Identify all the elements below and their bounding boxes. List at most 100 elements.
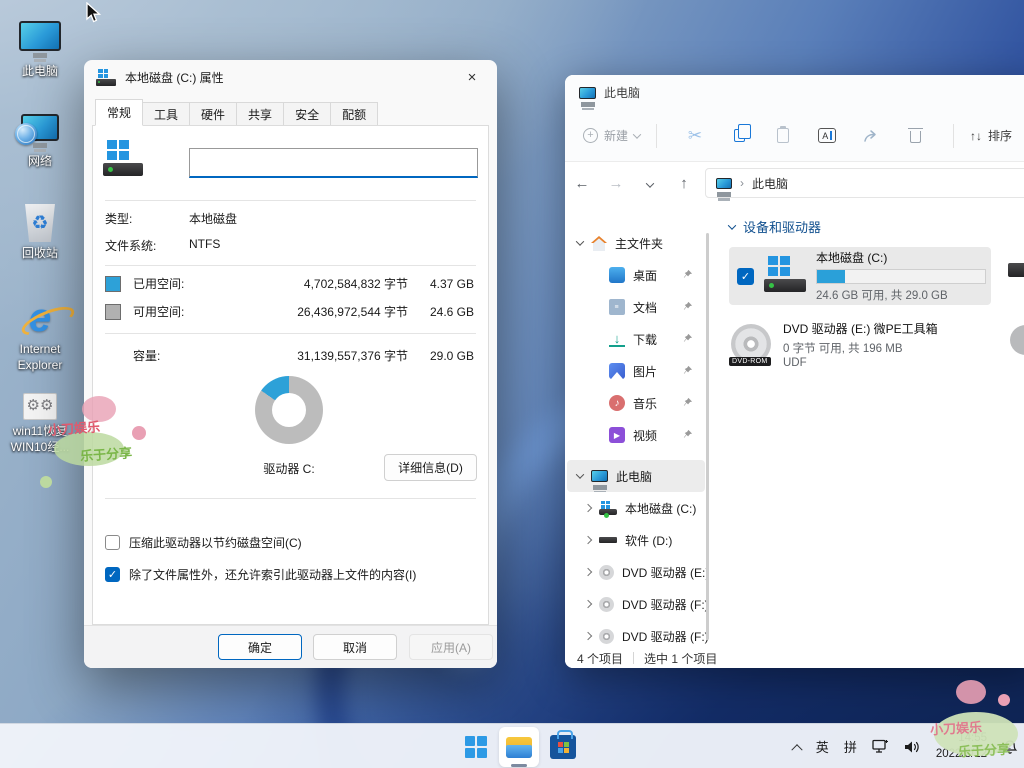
sidebar-item-downloads[interactable]: ↓ 下载 — [565, 323, 711, 355]
rename-button[interactable]: A — [805, 118, 849, 154]
sidebar-item-dvd-e[interactable]: DVD 驱动器 (E:) — [565, 556, 711, 588]
ime-mode-indicator[interactable]: 拼 — [844, 737, 857, 756]
desktop-icon-recycle-bin[interactable]: ♻ 回收站 — [3, 198, 77, 261]
drive-icon — [599, 501, 617, 516]
document-icon: ≡ — [609, 299, 625, 315]
group-header-devices-and-drives[interactable]: 设备和驱动器 — [729, 217, 821, 236]
drive-filesystem: UDF — [783, 357, 938, 369]
share-icon — [863, 128, 879, 144]
forward-button[interactable]: → — [599, 175, 633, 192]
drive-name: 本地磁盘 (C:) — [816, 249, 986, 266]
sidebar-item-pictures[interactable]: 图片 — [565, 355, 711, 387]
sidebar-item-this-pc[interactable]: 此电脑 — [567, 460, 705, 492]
breadcrumb-item-this-pc[interactable]: 此电脑 — [752, 175, 788, 192]
used-space-swatch — [105, 276, 121, 292]
breadcrumb[interactable]: › 此电脑 — [705, 168, 1024, 198]
capacity-row: 容量: 31,139,557,376 字节 29.0 GB — [105, 347, 474, 364]
this-pc-icon — [579, 87, 596, 99]
drive-item-dvd-e[interactable]: DVD-ROM DVD 驱动器 (E:) 微PE工具箱 0 字节 可用, 共 1… — [729, 313, 991, 375]
tab-quota[interactable]: 配额 — [331, 102, 378, 126]
tab-hardware[interactable]: 硬件 — [190, 102, 237, 126]
explorer-titlebar[interactable]: 此电脑 — [565, 75, 1024, 110]
delete-button[interactable] — [893, 118, 937, 154]
sidebar-item-videos[interactable]: ▶ 视频 — [565, 419, 711, 451]
desktop-icon-label: 回收站 — [3, 245, 77, 261]
details-button[interactable]: 详细信息(D) — [384, 454, 477, 481]
explorer-sidebar: 主文件夹 桌面 ≡ 文档 ↓ 下载 图片 — [565, 205, 711, 648]
start-button[interactable] — [456, 727, 496, 767]
dialog-title: 本地磁盘 (C:) 属性 — [125, 69, 224, 86]
desktop-icon-label: 此电脑 — [3, 63, 77, 79]
selected-checkbox[interactable]: ✓ — [737, 268, 754, 285]
index-checkbox-row[interactable]: ✓ 除了文件属性外，还允许索引此驱动器上文件的内容(I) — [105, 566, 416, 583]
disk-usage-pie-chart — [255, 376, 323, 444]
sidebar-item-documents[interactable]: ≡ 文档 — [565, 291, 711, 323]
sidebar-item-dvd-f[interactable]: DVD 驱动器 (F:) — [565, 588, 711, 620]
partial-drive-icon — [1008, 263, 1024, 277]
rename-icon: A — [818, 128, 836, 143]
compress-checkbox-row[interactable]: 压缩此驱动器以节约磁盘空间(C) — [105, 534, 302, 551]
clock[interactable]: 14:55 2022/8/12 — [936, 731, 987, 762]
sidebar-item-home[interactable]: 主文件夹 — [565, 227, 711, 259]
cut-button[interactable]: ✂ — [673, 118, 717, 154]
ok-button[interactable]: 确定 — [218, 634, 302, 660]
checkbox-unchecked[interactable] — [105, 535, 120, 550]
tab-tools[interactable]: 工具 — [143, 102, 190, 126]
network-icon[interactable] — [872, 739, 889, 754]
partial-dvd-icon — [1010, 325, 1024, 355]
chevron-right-icon — [584, 504, 592, 512]
tab-security[interactable]: 安全 — [284, 102, 331, 126]
up-button[interactable]: ↑ — [667, 175, 701, 192]
notification-bell-icon[interactable]: z — [1002, 739, 1018, 755]
free-space-row: 可用空间: 26,436,972,544 字节 24.6 GB — [105, 303, 474, 320]
sidebar-item-drive-d[interactable]: 软件 (D:) — [565, 524, 711, 556]
free-space-swatch — [105, 304, 121, 320]
ime-language-indicator[interactable]: 英 — [816, 737, 829, 756]
tray-overflow-chevron-icon[interactable] — [791, 744, 802, 755]
volume-icon[interactable] — [904, 740, 921, 754]
pin-icon — [682, 365, 693, 376]
download-arrow-icon: ↓ — [609, 331, 625, 347]
taskbar-store-button[interactable] — [543, 727, 583, 767]
desktop-icon-this-pc[interactable]: 此电脑 — [3, 16, 77, 79]
checkbox-checked[interactable]: ✓ — [105, 567, 120, 582]
close-button[interactable]: × — [459, 64, 485, 90]
close-icon: × — [468, 69, 477, 86]
drive-name: DVD 驱动器 (E:) 微PE工具箱 — [783, 320, 938, 337]
taskbar-file-explorer-button[interactable] — [499, 727, 539, 767]
dialog-titlebar[interactable]: 本地磁盘 (C:) 属性 × — [84, 60, 497, 94]
pin-icon — [682, 301, 693, 312]
scissors-icon: ✂ — [688, 126, 702, 146]
desktop-icon-win11-restore[interactable]: ⚙⚙ win11恢复WIN10经... — [3, 388, 77, 455]
recent-locations-button[interactable] — [633, 175, 667, 192]
internet-explorer-icon: e — [3, 286, 77, 338]
dvd-icon — [599, 565, 614, 580]
sort-arrows-icon: ↑↓ — [970, 129, 982, 143]
apply-button[interactable]: 应用(A) — [409, 634, 493, 660]
sidebar-scrollbar[interactable] — [706, 233, 709, 640]
new-button[interactable]: + 新建 — [583, 127, 640, 144]
drive-caption: 驱动器 C: — [209, 460, 369, 477]
sidebar-item-desktop[interactable]: 桌面 — [565, 259, 711, 291]
share-button[interactable] — [849, 118, 893, 154]
paste-button[interactable] — [761, 118, 805, 154]
tab-sharing[interactable]: 共享 — [237, 102, 284, 126]
copy-icon — [734, 129, 745, 142]
sort-button[interactable]: ↑↓ 排序 — [970, 127, 1012, 144]
back-button[interactable]: ← — [565, 175, 599, 192]
chevron-right-icon — [584, 600, 592, 608]
sidebar-item-drive-c[interactable]: 本地磁盘 (C:) — [565, 492, 711, 524]
cancel-button[interactable]: 取消 — [313, 634, 397, 660]
drive-item-c[interactable]: ✓ 本地磁盘 (C:) 24.6 GB 可用, 共 29.0 GB — [729, 247, 991, 305]
explorer-statusbar: 4 个项目 选中 1 个项目 — [565, 648, 1024, 668]
desktop-icon-network[interactable]: 网络 — [3, 106, 77, 169]
drive-details: 0 字节 可用, 共 196 MB — [783, 340, 938, 356]
dvd-rom-icon: DVD-ROM — [729, 322, 775, 366]
tab-general[interactable]: 常规 — [95, 99, 143, 126]
capacity-bar — [816, 269, 986, 284]
sidebar-item-music[interactable]: ♪ 音乐 — [565, 387, 711, 419]
copy-button[interactable] — [717, 118, 761, 154]
desktop-icon-internet-explorer[interactable]: e Internet Explorer — [3, 286, 77, 373]
pin-icon — [682, 397, 693, 408]
volume-label-input[interactable] — [189, 148, 478, 178]
